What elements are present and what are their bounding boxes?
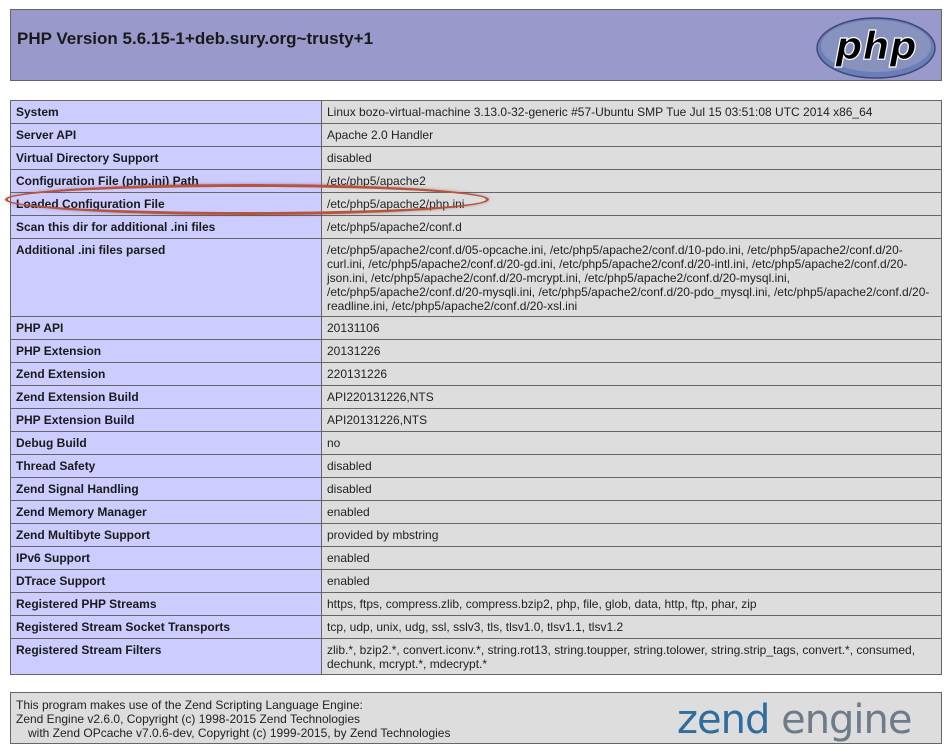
table-row: Zend Memory Manager enabled	[10, 500, 942, 524]
page-title: PHP Version 5.6.15-1+deb.sury.org~trusty…	[17, 29, 374, 48]
row-label: System	[10, 100, 322, 124]
row-label: Loaded Configuration File	[10, 192, 322, 216]
row-value: 20131226	[321, 339, 942, 363]
table-row: Loaded Configuration File/etc/php5/apach…	[10, 192, 942, 216]
footer-line-opcache: with Zend OPcache v7.0.6-dev, Copyright …	[28, 726, 451, 740]
row-value: enabled	[321, 546, 942, 570]
table-row: Registered PHP Streams https, ftps, compr…	[10, 592, 942, 616]
row-value: API20131226,NTS	[321, 408, 942, 432]
row-label: Registered PHP Streams	[10, 592, 322, 616]
table-row: IPv6 Support enabled	[10, 546, 942, 570]
row-label: IPv6 Support	[10, 546, 322, 570]
table-row: PHP Extension 20131226	[10, 339, 942, 363]
row-value: Apache 2.0 Handler	[321, 123, 942, 147]
row-label: Scan this dir for additional .ini files	[10, 215, 322, 239]
table-row: Additional .ini files parsed/etc/php5/ap…	[10, 238, 942, 317]
table-row: System Linux bozo-virtual-machine 3.13.0-…	[10, 100, 942, 124]
row-value: zlib.*, bzip2.*, convert.iconv.*, string…	[321, 638, 942, 675]
row-value: https, ftps, compress.zlib, compress.bzi…	[321, 592, 942, 616]
row-label: Registered Stream Filters	[10, 638, 322, 675]
row-value: 220131226	[321, 362, 942, 386]
row-label: PHP Extension	[10, 339, 322, 363]
row-value: /etc/php5/apache2/php.ini	[321, 192, 942, 216]
row-label: Zend Multibyte Support	[10, 523, 322, 547]
table-row: Virtual Directory Support disabled	[10, 146, 942, 170]
table-row: Thread Safety disabled	[10, 454, 942, 478]
row-value: Linux bozo-virtual-machine 3.13.0-32-gen…	[321, 100, 942, 124]
svg-text:zend engine: zend engine	[677, 697, 912, 743]
row-value: no	[321, 431, 942, 455]
row-label: Configuration File (php.ini) Path	[10, 169, 322, 193]
row-value: 20131106	[321, 316, 942, 340]
table-row: Zend Signal Handling disabled	[10, 477, 942, 501]
page-header: PHP Version 5.6.15-1+deb.sury.org~trusty…	[10, 9, 942, 81]
table-row: Zend Extension 220131226	[10, 362, 942, 386]
zend-footer: This program makes use of the Zend Scrip…	[10, 692, 942, 744]
row-value: /etc/php5/apache2/conf.d/05-opcache.ini,…	[321, 238, 942, 317]
php-logo[interactable]: php	[815, 16, 937, 80]
table-row: Registered Stream Filters zlib.*, bzip2.*…	[10, 638, 942, 675]
table-row: Zend Extension Build API220131226,NTS	[10, 385, 942, 409]
table-row: PHP API 20131106	[10, 316, 942, 340]
row-label: Zend Signal Handling	[10, 477, 322, 501]
table-row: Zend Multibyte Support provided by mbstri…	[10, 523, 942, 547]
row-label: PHP API	[10, 316, 322, 340]
row-label: Additional .ini files parsed	[10, 238, 322, 317]
row-value: disabled	[321, 146, 942, 170]
row-value: API220131226,NTS	[321, 385, 942, 409]
zend-logo-word-engine: engine	[781, 697, 911, 743]
row-label: Zend Extension	[10, 362, 322, 386]
table-row: Debug Build no	[10, 431, 942, 455]
row-value: /etc/php5/apache2	[321, 169, 942, 193]
row-value: disabled	[321, 454, 942, 478]
php-logo-text: php	[834, 24, 916, 68]
row-value: disabled	[321, 477, 942, 501]
row-label: Server API	[10, 123, 322, 147]
php-info-table: System Linux bozo-virtual-machine 3.13.0-…	[10, 100, 942, 675]
footer-line-engine: Zend Engine v2.6.0, Copyright (c) 1998-2…	[16, 712, 360, 726]
table-row: Configuration File (php.ini) Path/etc/ph…	[10, 169, 942, 193]
row-label: Debug Build	[10, 431, 322, 455]
row-value: /etc/php5/apache2/conf.d	[321, 215, 942, 239]
table-row: Server API Apache 2.0 Handler	[10, 123, 942, 147]
table-row: Scan this dir for additional .ini files /…	[10, 215, 942, 239]
row-value: provided by mbstring	[321, 523, 942, 547]
row-label: Zend Extension Build	[10, 385, 322, 409]
row-value: tcp, udp, unix, udg, ssl, sslv3, tls, tl…	[321, 615, 942, 639]
row-label: PHP Extension Build	[10, 408, 322, 432]
row-value: enabled	[321, 569, 942, 593]
zend-logo-word-zend: zend	[677, 697, 769, 743]
row-value: enabled	[321, 500, 942, 524]
table-row: Registered Stream Socket Transports tcp, …	[10, 615, 942, 639]
footer-line-intro: This program makes use of the Zend Scrip…	[16, 698, 363, 712]
row-label: DTrace Support	[10, 569, 322, 593]
zend-engine-logo[interactable]: zend engine	[677, 693, 937, 743]
row-label: Zend Memory Manager	[10, 500, 322, 524]
table-row: PHP Extension Build API20131226,NTS	[10, 408, 942, 432]
row-label: Virtual Directory Support	[10, 146, 322, 170]
table-row: DTrace Support enabled	[10, 569, 942, 593]
row-label: Registered Stream Socket Transports	[10, 615, 322, 639]
row-label: Thread Safety	[10, 454, 322, 478]
